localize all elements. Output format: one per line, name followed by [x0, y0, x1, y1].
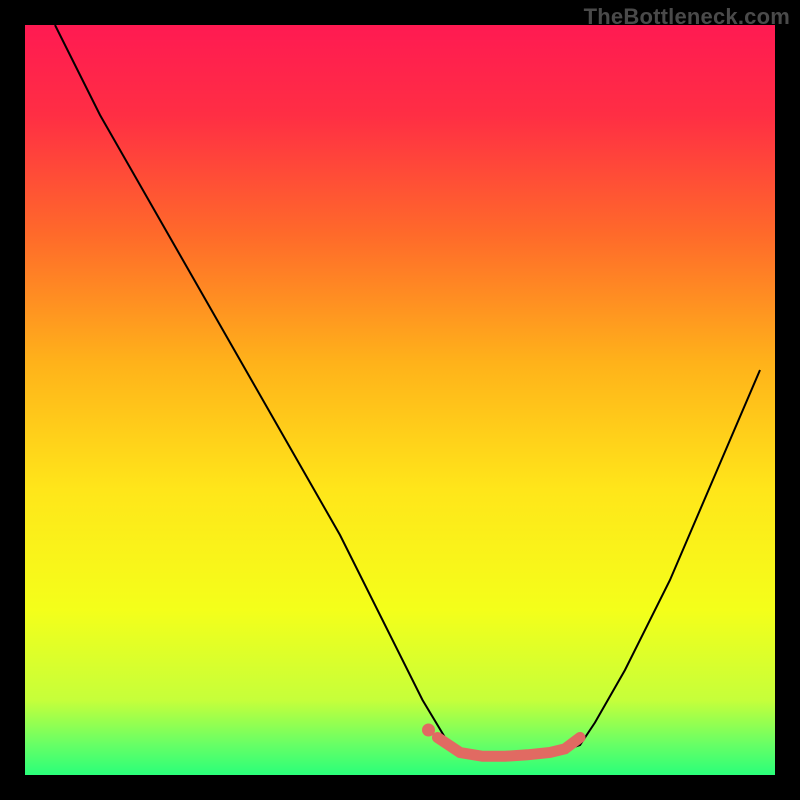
plot-area [25, 25, 775, 775]
gradient-background [25, 25, 775, 775]
chart-svg [25, 25, 775, 775]
chart-stage: TheBottleneck.com [0, 0, 800, 800]
highlight-dot [422, 724, 435, 737]
